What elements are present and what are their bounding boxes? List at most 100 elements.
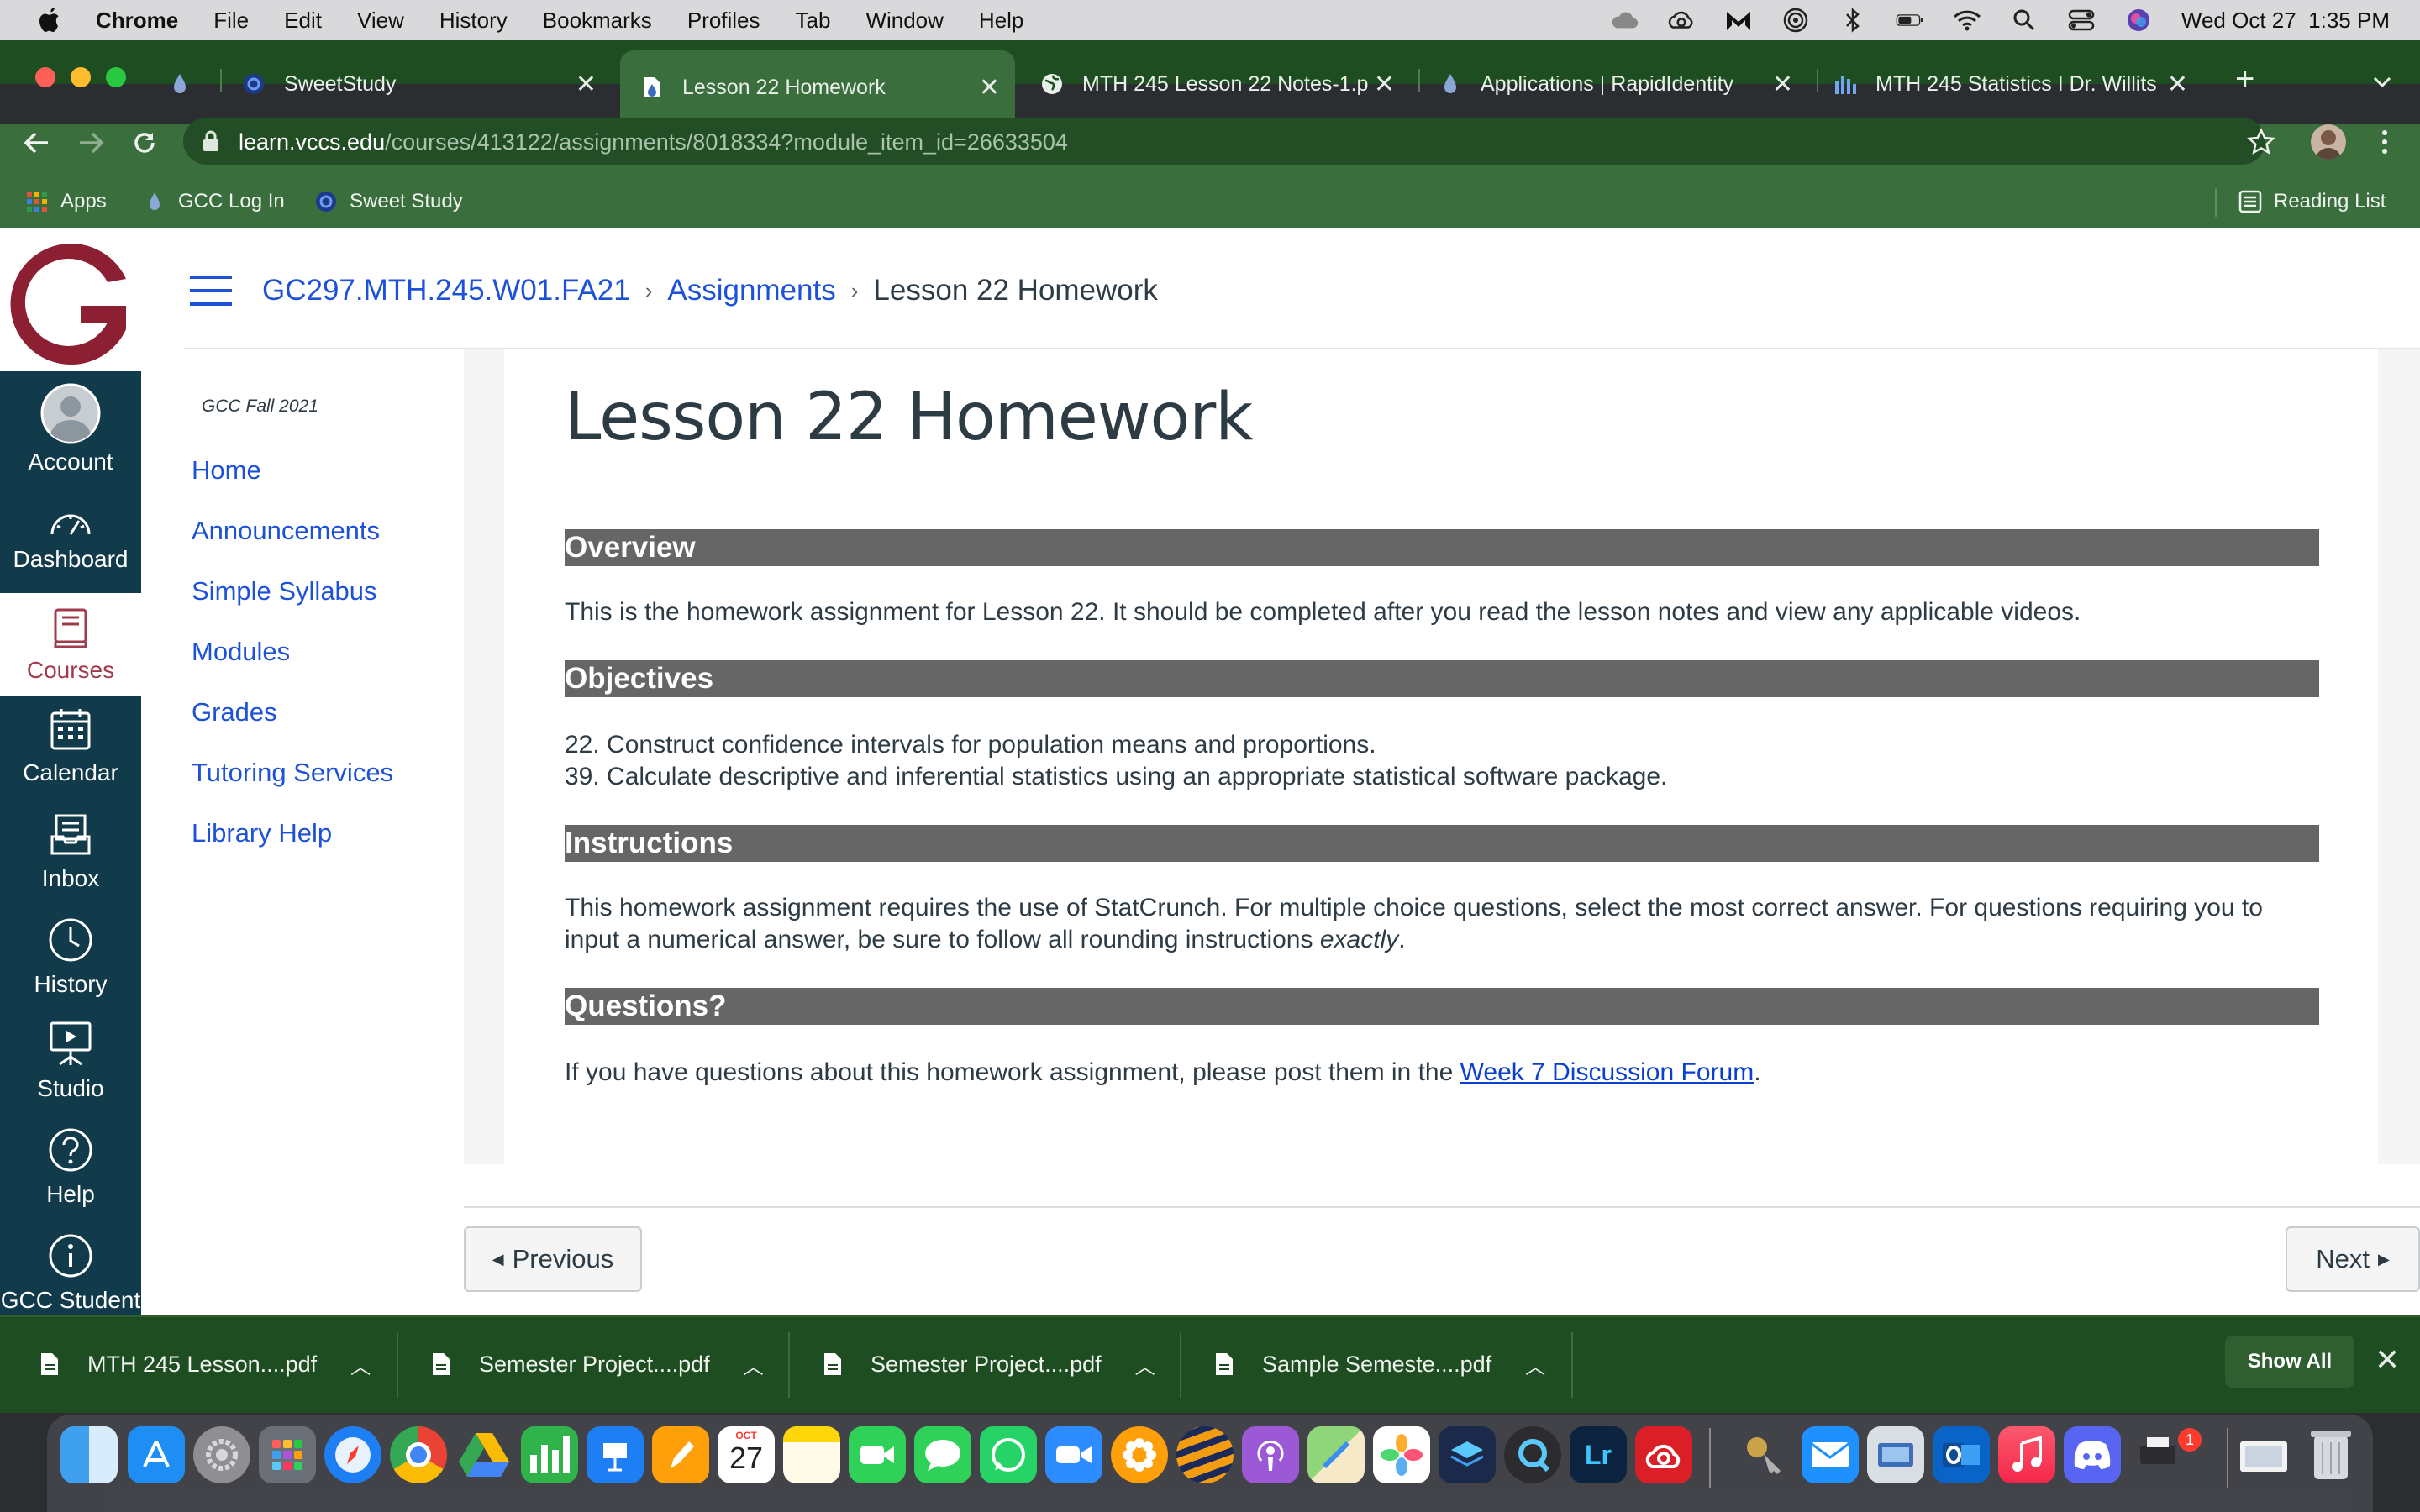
discussion-forum-link[interactable]: Week 7 Discussion Forum (1460, 1058, 1754, 1086)
airdrop-icon[interactable] (1781, 8, 1810, 33)
layers-app-icon[interactable] (1439, 1426, 1496, 1483)
chrome-menu-icon[interactable] (2376, 128, 2393, 156)
google-drive-icon[interactable] (455, 1426, 513, 1483)
show-all-downloads-button[interactable]: Show All (2225, 1336, 2354, 1388)
tab-lesson-22-notes[interactable]: MTH 245 Lesson 22 Notes-1.p ✕ (1040, 62, 1410, 106)
breadcrumb-assignments-link[interactable]: Assignments (667, 274, 835, 307)
window-minimize-button[interactable] (71, 67, 91, 87)
tab-search-chevron-icon[interactable] (2370, 69, 2395, 94)
course-nav-grades[interactable]: Grades (192, 697, 393, 758)
course-nav-tutoring-services[interactable]: Tutoring Services (192, 758, 393, 818)
download-item[interactable]: Semester Project....pdf ︿ (429, 1315, 764, 1413)
menu-view[interactable]: View (357, 8, 404, 34)
download-item[interactable]: Semester Project....pdf ︿ (820, 1315, 1155, 1413)
chevron-up-icon[interactable]: ︿ (1525, 1350, 1545, 1379)
printer-app-icon[interactable] (2129, 1426, 2186, 1483)
next-button[interactable]: Next ▶ (2286, 1226, 2420, 1292)
wifi-icon[interactable] (1953, 8, 1981, 32)
course-nav-home[interactable]: Home (192, 455, 393, 516)
previous-button[interactable]: ◀ Previous (464, 1226, 642, 1292)
course-nav-library-help[interactable]: Library Help (192, 818, 393, 879)
sphere-app-icon[interactable] (1176, 1426, 1234, 1483)
avatar[interactable] (2311, 124, 2346, 160)
download-item[interactable]: MTH 245 Lesson....pdf ︿ (37, 1315, 371, 1413)
tab-close-icon[interactable]: ✕ (2167, 70, 2188, 99)
tab-pinned-gcc[interactable] (168, 62, 210, 106)
course-nav-announcements[interactable]: Announcements (192, 516, 393, 576)
forward-button[interactable] (66, 118, 116, 168)
numbers-icon[interactable] (521, 1426, 578, 1483)
menu-file[interactable]: File (213, 8, 249, 34)
bookmark-apps[interactable]: Apps (25, 188, 107, 215)
menu-bookmarks[interactable]: Bookmarks (543, 8, 652, 34)
mail-icon[interactable] (1802, 1426, 1859, 1483)
close-downloads-icon[interactable]: ✕ (2375, 1342, 2400, 1378)
creative-cloud-app-icon[interactable] (1635, 1426, 1692, 1483)
menu-history[interactable]: History (439, 8, 508, 34)
pages-icon[interactable] (652, 1426, 709, 1483)
tab-close-icon[interactable]: ✕ (1374, 70, 1395, 99)
malwarebytes-icon[interactable] (1724, 8, 1753, 32)
creative-cloud-icon[interactable] (1667, 8, 1696, 32)
bookmark-gcc-log-in[interactable]: GCC Log In (143, 188, 285, 215)
downloads-stack-icon[interactable] (2235, 1426, 2292, 1483)
music-icon[interactable] (1998, 1426, 2055, 1483)
chrome-icon[interactable] (390, 1426, 447, 1483)
menu-app-name[interactable]: Chrome (96, 8, 178, 34)
tab-mth-245-statistics[interactable]: MTH 245 Statistics I Dr. Willits ✕ (1833, 62, 2203, 106)
flower-app-icon[interactable] (1111, 1426, 1168, 1483)
messages-icon[interactable] (914, 1426, 971, 1483)
tab-sweetstudy[interactable]: SweetStudy ✕ (242, 62, 612, 106)
window-close-button[interactable] (35, 67, 55, 87)
menu-window[interactable]: Window (865, 8, 943, 34)
tab-close-icon[interactable]: ✕ (576, 70, 597, 99)
system-preferences-icon[interactable] (193, 1426, 250, 1483)
nav-inbox[interactable]: Inbox (0, 810, 141, 892)
quicktime-icon[interactable] (1504, 1426, 1561, 1483)
launchpad-icon[interactable] (259, 1426, 316, 1483)
nav-account[interactable]: Account (0, 383, 141, 475)
siri-icon[interactable] (2124, 8, 2153, 32)
tab-close-icon[interactable]: ✕ (979, 73, 1000, 102)
trash-icon[interactable] (2302, 1426, 2360, 1483)
nav-dashboard[interactable]: Dashboard (0, 504, 141, 573)
chevron-up-icon[interactable]: ︿ (1135, 1350, 1155, 1379)
bookmark-sweet-study[interactable]: Sweet Study (314, 188, 463, 215)
nav-calendar[interactable]: Calendar (0, 704, 141, 786)
gcc-logo[interactable] (0, 228, 141, 371)
nav-gcc-student[interactable]: GCC Student (0, 1230, 141, 1314)
notes-icon[interactable] (783, 1426, 840, 1483)
tab-rapididentity[interactable]: Applications | RapidIdentity ✕ (1439, 62, 1808, 106)
control-center-icon[interactable] (2067, 8, 2096, 32)
nav-history[interactable]: History (0, 914, 141, 998)
keynote-icon[interactable] (587, 1426, 644, 1483)
nav-courses[interactable]: Courses (0, 593, 141, 696)
finder-icon[interactable] (60, 1426, 118, 1483)
nav-studio[interactable]: Studio (0, 1018, 141, 1102)
menu-clock[interactable]: Wed Oct 27 1:35 PM (2181, 8, 2390, 34)
chevron-up-icon[interactable]: ︿ (350, 1350, 371, 1379)
cloud-icon[interactable] (1610, 8, 1639, 32)
photos-icon[interactable] (1373, 1426, 1430, 1483)
zoom-icon[interactable] (1045, 1426, 1102, 1483)
calendar-app-icon[interactable]: OCT 27 (718, 1426, 775, 1483)
reload-button[interactable] (119, 118, 170, 168)
breadcrumb-course-link[interactable]: GC297.MTH.245.W01.FA21 (262, 274, 630, 307)
tab-lesson-22-homework[interactable]: Lesson 22 Homework ✕ (620, 50, 1015, 124)
new-tab-button[interactable]: + (2235, 62, 2254, 96)
course-menu-toggle-button[interactable] (190, 276, 232, 306)
chevron-up-icon[interactable]: ︿ (744, 1350, 764, 1379)
window-zoom-button[interactable] (106, 67, 126, 87)
menu-edit[interactable]: Edit (284, 8, 322, 34)
lightroom-icon[interactable]: Lr (1570, 1426, 1627, 1483)
whatsapp-icon[interactable] (980, 1426, 1037, 1483)
apple-icon[interactable] (35, 6, 64, 34)
menu-profiles[interactable]: Profiles (687, 8, 760, 34)
discord-icon[interactable] (2064, 1426, 2121, 1483)
menu-help[interactable]: Help (979, 8, 1023, 34)
nav-help[interactable]: Help (0, 1124, 141, 1208)
download-item[interactable]: Sample Semeste....pdf ︿ (1212, 1315, 1545, 1413)
safari-icon[interactable] (324, 1426, 381, 1483)
app-store-icon[interactable] (128, 1426, 185, 1483)
reading-list-button[interactable]: Reading List (2238, 188, 2386, 215)
